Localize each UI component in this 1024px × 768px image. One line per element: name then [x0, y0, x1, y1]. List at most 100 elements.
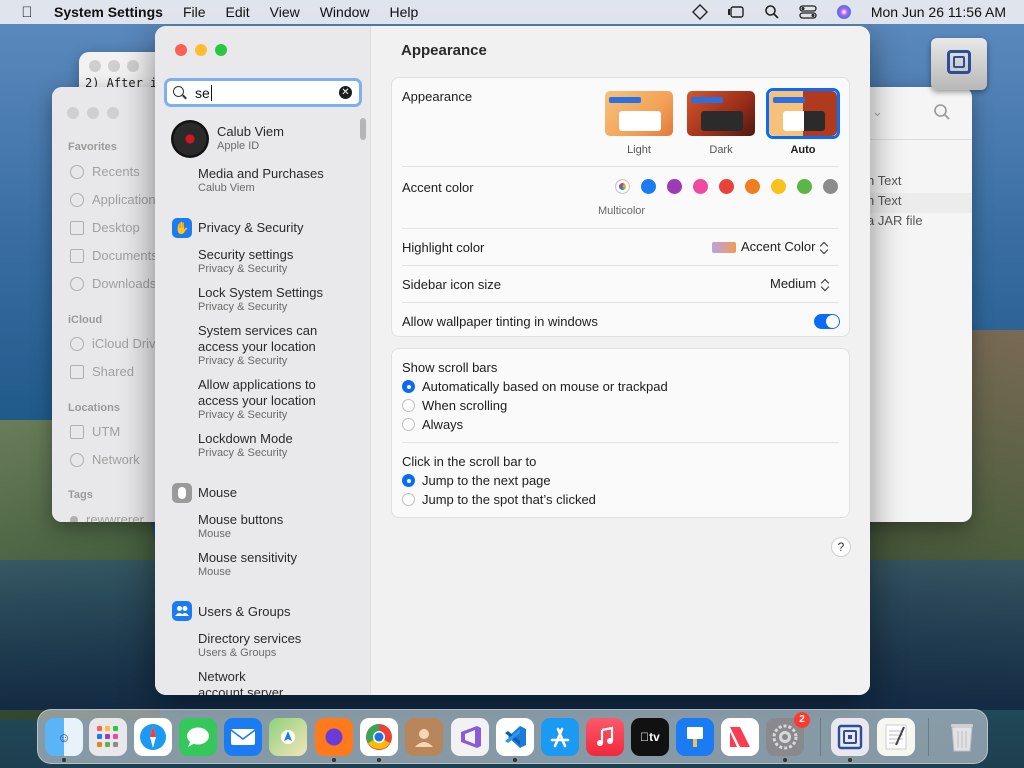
sidebar-item-mouse[interactable]: Mouse	[198, 485, 237, 500]
finder-item-icloud-drive[interactable]: iCloud Drive	[70, 336, 163, 351]
menu-view[interactable]: View	[270, 4, 300, 20]
apple-menu-icon[interactable]: 	[16, 4, 38, 21]
hand-raised-icon: ✋	[172, 218, 192, 238]
theme-caption: Dark	[709, 144, 733, 156]
settings-sidebar: se ✕ Calub Viem Apple ID Media and Purch…	[155, 26, 371, 695]
dock-chrome-icon[interactable]	[360, 718, 398, 756]
window-close-button[interactable]	[175, 44, 187, 56]
spotlight-search-icon[interactable]	[763, 5, 781, 19]
dock-music-icon[interactable]	[586, 718, 624, 756]
dock-vscode-icon[interactable]	[496, 718, 534, 756]
menu-clock[interactable]: Mon Jun 26 11:56 AM	[871, 4, 1006, 20]
dock-contacts-icon[interactable]	[405, 718, 443, 756]
radio-button[interactable]	[402, 380, 415, 393]
menu-file[interactable]: File	[183, 4, 206, 20]
result-title: System services can	[198, 323, 318, 338]
search-input[interactable]: se	[195, 85, 210, 101]
dock-safari-icon[interactable]	[134, 718, 172, 756]
control-center-icon[interactable]	[799, 5, 817, 19]
dock-mail-icon[interactable]	[224, 718, 262, 756]
show-scroll-bars-label: Show scroll bars	[402, 360, 498, 375]
finder-file-row[interactable]: n Text	[867, 173, 972, 193]
radio-label: Jump to the next page	[422, 473, 551, 488]
radio-button[interactable]	[402, 418, 415, 431]
finder-item-desktop[interactable]: Desktop	[70, 220, 140, 235]
finder-item-applications[interactable]: Applications	[70, 192, 162, 207]
finder-file-row[interactable]: n Text	[867, 193, 972, 213]
window-zoom-button[interactable]	[127, 60, 139, 72]
sidebar-icon-size-popup[interactable]: Medium	[770, 276, 831, 292]
accent-swatch-2[interactable]	[667, 179, 682, 194]
finder-item-recents[interactable]: Recents	[70, 164, 140, 179]
radio-label: Jump to the spot that’s clicked	[422, 492, 596, 507]
menu-app-name[interactable]: System Settings	[54, 4, 163, 20]
finder-item-shared[interactable]: Shared	[70, 364, 134, 379]
result-subtitle: Privacy & Security	[198, 355, 288, 367]
accent-swatch-5[interactable]	[745, 179, 760, 194]
color-swatch-icon	[712, 242, 736, 254]
dock-trash-icon[interactable]	[943, 718, 981, 756]
finder-item-downloads[interactable]: Downloads	[70, 276, 156, 291]
result-title: Mouse sensitivity	[198, 550, 297, 565]
finder-item-documents[interactable]: Documents	[70, 248, 158, 263]
dock-system-settings-icon[interactable]: 2	[766, 712, 810, 756]
dock-messages-icon[interactable]	[179, 718, 217, 756]
dock-textedit-icon[interactable]	[877, 718, 915, 756]
sidebar-item-privacy-security[interactable]: Privacy & Security	[198, 220, 303, 235]
siri-icon[interactable]	[835, 5, 853, 19]
radio-label: Always	[422, 417, 464, 432]
chevron-down-icon[interactable]: ⌄	[872, 104, 883, 120]
help-button[interactable]: ?	[831, 537, 851, 557]
applications-icon	[70, 192, 84, 207]
radio-button[interactable]	[402, 493, 415, 506]
mouse-icon	[172, 483, 192, 503]
accent-swatch-7[interactable]	[797, 179, 812, 194]
finder-item-utm[interactable]: UTM	[70, 424, 120, 439]
radio-button[interactable]	[402, 474, 415, 487]
sidebar-scrollbar[interactable]	[360, 118, 366, 140]
clear-search-icon[interactable]: ✕	[339, 86, 352, 99]
radio-button[interactable]	[402, 399, 415, 412]
window-minimize-button[interactable]	[195, 44, 207, 56]
accent-swatch-8[interactable]	[823, 179, 838, 194]
window-close-button[interactable]	[67, 107, 79, 119]
menu-edit[interactable]: Edit	[226, 4, 250, 20]
dock-maps-icon[interactable]	[269, 718, 307, 756]
search-icon[interactable]	[933, 103, 951, 126]
window-minimize-button[interactable]	[87, 107, 99, 119]
finder-item-tag[interactable]: rewwrerer	[70, 512, 144, 522]
dock-launchpad-icon[interactable]	[89, 718, 127, 756]
window-zoom-button[interactable]	[215, 44, 227, 56]
dock-visual-studio-icon[interactable]	[451, 718, 489, 756]
stage-manager-icon[interactable]	[727, 5, 745, 19]
utm-disk-icon[interactable]	[931, 38, 987, 90]
appearance-label: Appearance	[402, 89, 473, 104]
dock-news-icon[interactable]	[721, 718, 759, 756]
window-zoom-button[interactable]	[107, 107, 119, 119]
highlight-color-popup[interactable]: Accent Color	[712, 239, 830, 255]
search-field[interactable]: se ✕	[164, 78, 362, 107]
accent-swatch-4[interactable]	[719, 179, 734, 194]
wallpaper-tinting-toggle[interactable]	[814, 314, 840, 329]
finder-item-network[interactable]: Network	[70, 452, 140, 467]
dock-keynote-icon[interactable]	[676, 718, 714, 756]
result-subtitle: Mouse	[198, 528, 232, 540]
utm-status-icon[interactable]	[691, 4, 709, 20]
dock-finder-icon[interactable]: ☺	[45, 718, 83, 756]
menu-help[interactable]: Help	[390, 4, 419, 20]
highlight-color-label: Highlight color	[402, 240, 485, 255]
accent-swatch-0[interactable]	[615, 179, 630, 194]
dock-tv-icon[interactable]: tv	[631, 718, 669, 756]
sidebar-item-users-groups[interactable]: Users & Groups	[198, 604, 290, 619]
menu-window[interactable]: Window	[320, 4, 370, 20]
accent-swatch-6[interactable]	[771, 179, 786, 194]
window-minimize-button[interactable]	[108, 60, 120, 72]
accent-swatch-1[interactable]	[641, 179, 656, 194]
document-icon	[70, 248, 84, 263]
dock-firefox-icon[interactable]	[315, 718, 353, 756]
finder-file-row[interactable]: a JAR file	[867, 213, 972, 233]
dock-app-store-icon[interactable]	[541, 718, 579, 756]
accent-swatch-3[interactable]	[693, 179, 708, 194]
dock-utm-icon[interactable]	[831, 718, 869, 756]
window-close-button[interactable]	[89, 60, 101, 72]
